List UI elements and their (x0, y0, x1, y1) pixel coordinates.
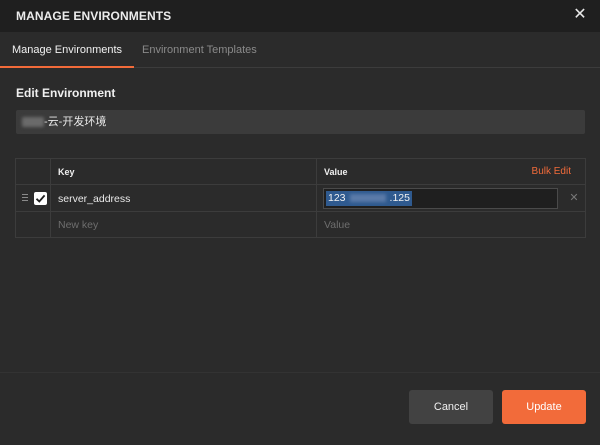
row-enabled-checkbox[interactable] (34, 192, 47, 205)
tab-manage-environments[interactable]: Manage Environments (0, 32, 135, 68)
delete-row-icon[interactable]: ✕ (568, 192, 580, 204)
value-suffix: .125 (389, 192, 410, 204)
row-value-input[interactable]: 123 .125 (323, 188, 558, 209)
update-button[interactable]: Update (502, 390, 586, 424)
redacted-name-blur (22, 117, 44, 127)
dialog-title: MANAGE ENVIRONMENTS (16, 9, 172, 23)
row-key[interactable]: server_address (58, 186, 130, 212)
row-value-selection: 123 .125 (326, 191, 412, 206)
table-header: Key Value Bulk Edit (16, 159, 585, 185)
new-value-input[interactable]: Value (324, 212, 350, 238)
bulk-edit-link[interactable]: Bulk Edit (532, 159, 571, 185)
new-key-input[interactable]: New key (58, 212, 98, 238)
column-header-key: Key (58, 167, 75, 177)
edit-environment-heading: Edit Environment (16, 86, 116, 100)
close-icon[interactable]: ✕ (570, 5, 590, 25)
dialog-titlebar: MANAGE ENVIRONMENTS ✕ (0, 0, 600, 32)
variables-table: Key Value Bulk Edit server_address 123 .1… (15, 158, 586, 238)
tab-environment-templates[interactable]: Environment Templates (130, 32, 269, 68)
new-row: New key Value (16, 212, 585, 238)
value-prefix: 123 (328, 192, 346, 204)
column-header-value: Value (324, 167, 348, 177)
environment-name-input[interactable] (16, 110, 585, 134)
drag-handle-icon[interactable] (22, 194, 28, 204)
tab-bar: Manage Environments Environment Template… (0, 32, 600, 68)
footer-divider (0, 372, 600, 373)
table-row: server_address 123 .125 ✕ (16, 186, 585, 212)
cancel-button[interactable]: Cancel (409, 390, 493, 424)
redacted-value-blur (349, 194, 386, 203)
